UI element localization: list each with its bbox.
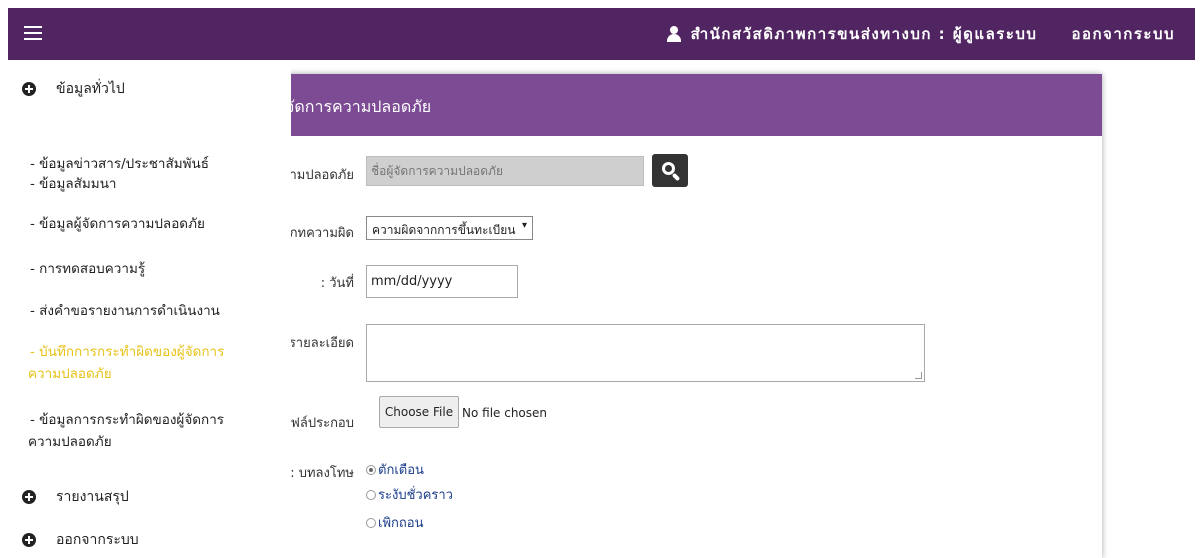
sidebar-item-label: - ข้อมูลการกระทำผิดของผู้จัดการ xyxy=(30,412,225,428)
sidebar-item-label: - ข้อมูลสัมมนา xyxy=(30,176,117,192)
sidebar-item-report-request[interactable]: - ส่งคำขอรายงานการดำเนินงาน xyxy=(30,300,270,322)
org-title: สำนักสวัสดิภาพการขนส่งทางบก : ผู้ดูแลระบ… xyxy=(690,25,1038,43)
logout-link[interactable]: ออกจากระบบ xyxy=(1071,22,1175,46)
penalty-suspend-label: ระงับชั่วคราว xyxy=(378,488,453,503)
panel-title: จัดการความปลอดภัย xyxy=(262,74,1102,136)
choose-file-button[interactable]: Choose File xyxy=(379,396,459,428)
sidebar-item-label: - ส่งคำขอรายงานการดำเนินงาน xyxy=(30,303,220,319)
radio-checked-icon[interactable] xyxy=(366,464,376,475)
menu-toggle-icon[interactable] xyxy=(24,22,42,44)
dropdown-arrow-icon: ▾ xyxy=(521,220,527,231)
sidebar-section-general[interactable]: ข้อมูลทั่วไป xyxy=(22,78,125,100)
sidebar-section-report[interactable]: รายงานสรุป xyxy=(22,486,129,508)
radio-icon[interactable] xyxy=(366,517,376,528)
sidebar-item-label-cont: ความปลอดภัย xyxy=(28,434,112,450)
sidebar-item-label: - บันทึกการกระทำผิดของผู้จัดการ xyxy=(30,344,225,360)
manager-name-input[interactable] xyxy=(366,156,644,186)
search-button[interactable] xyxy=(652,154,688,187)
detail-textarea[interactable] xyxy=(366,324,925,382)
sidebar-item-label-cont: ความปลอดภัย xyxy=(28,366,112,382)
sidebar-item-news[interactable]: - ข้อมูลข่าวสาร/ประชาสัมพันธ์ xyxy=(30,153,270,175)
main-panel: จัดการความปลอดภัย ชื่อผู้จัดการความปลอดภ… xyxy=(262,74,1102,558)
plus-circle-icon xyxy=(22,82,36,96)
plus-circle-icon xyxy=(22,533,36,547)
penalty-warn-label: ตักเตือน xyxy=(378,463,424,478)
sidebar-item-label: - ข้อมูลผู้จัดการความปลอดภัย xyxy=(30,216,205,232)
penalty-option-revoke[interactable]: เพิกถอน xyxy=(366,512,423,533)
top-navbar: สำนักสวัสดิภาพการขนส่งทางบก : ผู้ดูแลระบ… xyxy=(8,8,1195,60)
section-logout-label: ออกจากระบบ xyxy=(56,532,139,548)
date-input[interactable]: mm/dd/yyyy xyxy=(366,265,518,298)
penalty-option-warn[interactable]: ตักเตือน xyxy=(366,459,424,480)
violation-type-value: ความผิดจากการขึ้นทะเบียน xyxy=(372,223,516,237)
penalty-revoke-label: เพิกถอน xyxy=(378,516,424,531)
sidebar: ข้อมูลทั่วไป - ข้อมูลข่าวสาร/ประชาสัมพัน… xyxy=(8,60,291,558)
plus-circle-icon xyxy=(22,490,36,504)
sidebar-item-violation-data[interactable]: - ข้อมูลการกระทำผิดของผู้จัดการ ความปลอด… xyxy=(28,409,270,453)
file-status: No file chosen xyxy=(462,406,548,420)
violation-type-select[interactable]: ความผิดจากการขึ้นทะเบียน ▾ xyxy=(366,216,533,240)
user-icon xyxy=(666,26,681,42)
sidebar-item-seminar[interactable]: - ข้อมูลสัมมนา xyxy=(30,173,270,195)
sidebar-item-manager-data[interactable]: - ข้อมูลผู้จัดการความปลอดภัย xyxy=(30,213,270,235)
topbar-right: สำนักสวัสดิภาพการขนส่งทางบก : ผู้ดูแลระบ… xyxy=(666,8,1175,60)
section-report-label: รายงานสรุป xyxy=(56,489,129,505)
sidebar-item-knowledge-test[interactable]: - การทดสอบความรู้ xyxy=(30,258,270,280)
resize-handle-icon[interactable] xyxy=(915,372,922,379)
sidebar-item-record-violation[interactable]: - บันทึกการกระทำผิดของผู้จัดการ ความปลอด… xyxy=(28,341,270,385)
sidebar-item-label: - การทดสอบความรู้ xyxy=(30,261,146,277)
sidebar-section-logout[interactable]: ออกจากระบบ xyxy=(22,529,139,551)
sidebar-item-label: - ข้อมูลข่าวสาร/ประชาสัมพันธ์ xyxy=(30,156,210,172)
section-general-label: ข้อมูลทั่วไป xyxy=(56,81,125,97)
penalty-option-suspend[interactable]: ระงับชั่วคราว xyxy=(366,484,453,505)
radio-icon[interactable] xyxy=(366,489,376,500)
